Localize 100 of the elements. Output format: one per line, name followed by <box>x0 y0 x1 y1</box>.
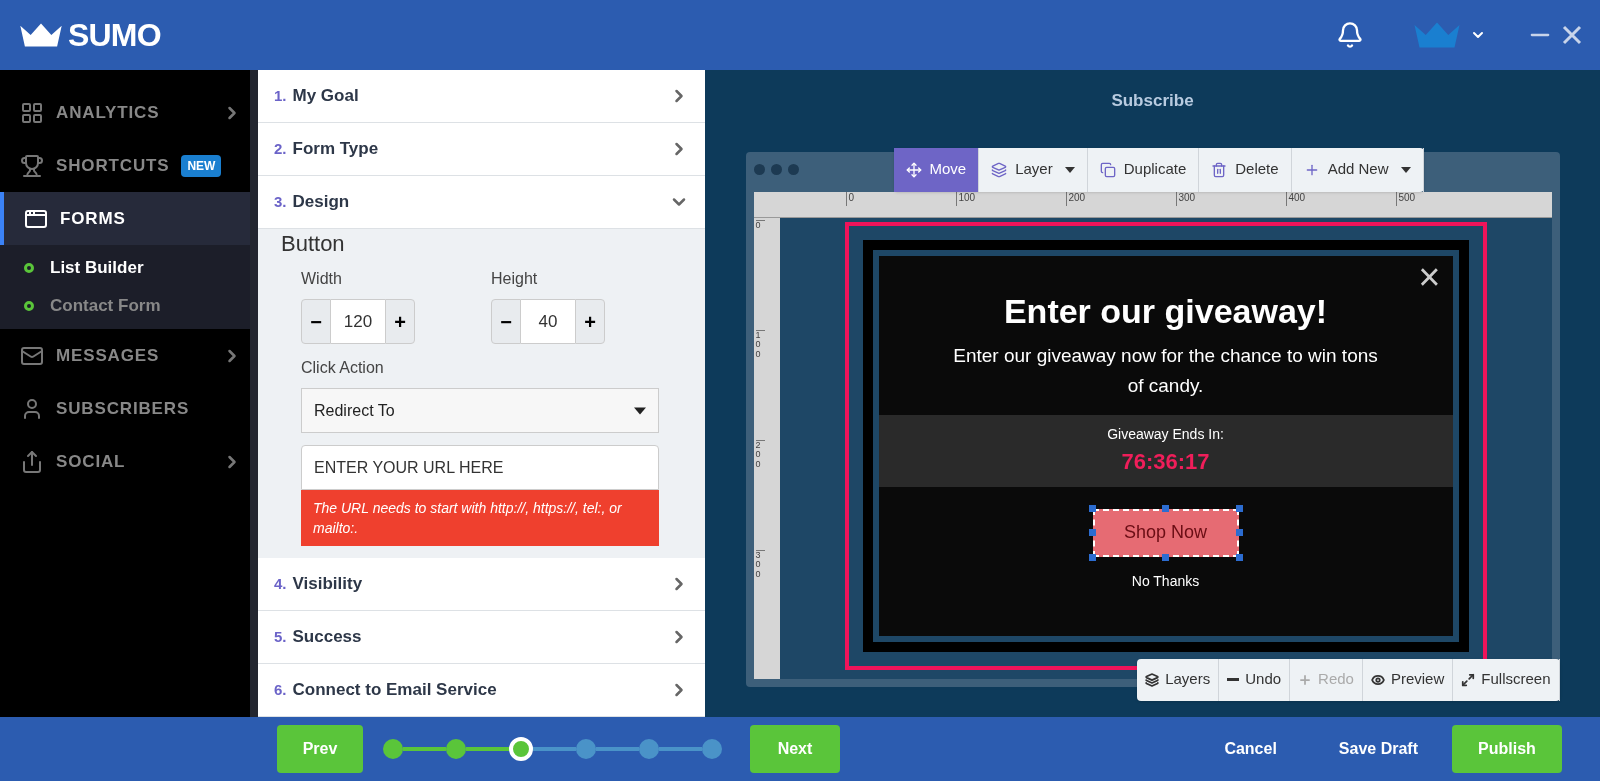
submenu-item[interactable]: List Builder <box>0 249 250 287</box>
popup-title: Enter our giveaway! <box>1003 290 1328 332</box>
sidebar-label: FORMS <box>60 207 126 230</box>
resize-handle[interactable] <box>1088 528 1096 536</box>
resize-handle[interactable] <box>1235 553 1243 561</box>
ruler-label: 100 <box>955 191 1066 206</box>
resize-handle[interactable] <box>1235 528 1243 536</box>
ruler-label: 500 <box>1395 191 1506 206</box>
accordion-header[interactable]: 4. Visibility <box>258 558 705 611</box>
select-dropdown[interactable]: Redirect To <box>301 388 659 433</box>
layers-icon <box>991 161 1008 178</box>
accordion-header[interactable]: 6. Connect to Email Service <box>258 664 705 717</box>
ruler-label: 200 <box>755 439 765 550</box>
ruler-label: 300 <box>1175 191 1286 206</box>
toolbar-button[interactable]: Move <box>893 147 980 192</box>
sidebar-label: SUBSCRIBERS <box>56 397 190 420</box>
decline-link[interactable]: No Thanks <box>1131 570 1200 592</box>
countdown-timer: 76:36:17 <box>1121 447 1210 476</box>
step-number: 6. <box>274 679 287 700</box>
sidebar-label: SOCIAL <box>56 450 126 473</box>
section-title: Success <box>292 626 362 649</box>
sidebar-label: ANALYTICS <box>56 101 160 124</box>
accordion-header[interactable]: 2. Form Type <box>258 123 705 176</box>
ruler-label: 400 <box>1285 191 1396 206</box>
save-draft-button[interactable]: Save Draft <box>1330 737 1426 761</box>
sidebar-item[interactable]: MESSAGES <box>0 329 250 382</box>
section-heading: Button <box>281 233 346 255</box>
sidebar-item[interactable]: SHORTCUTS NEW <box>0 139 250 192</box>
field-label: Width <box>301 269 343 289</box>
field-label: Click Action <box>301 358 385 378</box>
section-title: Connect to Email Service <box>292 679 497 702</box>
section-title: My Goal <box>292 85 359 108</box>
ruler-label: 0 <box>755 219 765 330</box>
sidebar-item[interactable]: SOCIAL <box>0 435 250 488</box>
cancel-button[interactable]: Cancel <box>1216 737 1285 761</box>
field-label: Height <box>491 269 539 289</box>
section-title: Form Type <box>292 138 379 161</box>
plus-icon <box>1298 672 1313 687</box>
resize-handle[interactable] <box>1088 504 1096 512</box>
copy-icon <box>1099 161 1116 178</box>
increment-button[interactable]: + <box>575 299 605 344</box>
move-icon <box>905 161 922 178</box>
form-title: Subscribe <box>1111 90 1194 112</box>
ruler-label: 100 <box>755 329 765 440</box>
logo-text: SUMO <box>68 16 161 55</box>
submenu-item[interactable]: Contact Form <box>0 287 250 325</box>
step-number: 2. <box>274 138 287 159</box>
bell-icon[interactable] <box>1336 21 1364 49</box>
decrement-button[interactable]: − <box>301 299 331 344</box>
caret-down-icon <box>634 406 646 415</box>
close-button[interactable]: × <box>1418 257 1441 296</box>
accordion-header[interactable]: 3. Design <box>258 176 705 229</box>
window-dots-icon <box>753 163 799 175</box>
step-number: 5. <box>274 626 287 647</box>
ruler-label: 300 <box>755 549 765 660</box>
crown-icon <box>1412 20 1462 50</box>
increment-button[interactable]: + <box>385 299 415 344</box>
sidebar-label: SHORTCUTS <box>56 154 170 177</box>
decrement-button[interactable]: − <box>491 299 521 344</box>
trophy-icon <box>20 153 44 178</box>
shop-now-button[interactable]: Shop Now <box>1092 508 1239 557</box>
toolbar-button[interactable]: Fullscreen <box>1453 658 1560 701</box>
accordion-header[interactable]: 1. My Goal <box>258 70 705 123</box>
submenu-label: List Builder <box>50 257 144 280</box>
eye-icon <box>1370 672 1385 687</box>
number-field[interactable]: 120 <box>331 299 385 344</box>
resize-handle[interactable] <box>1161 504 1169 512</box>
step-number: 4. <box>274 573 287 594</box>
resize-handle[interactable] <box>1161 553 1169 561</box>
toolbar-button[interactable]: Undo <box>1219 658 1291 701</box>
toolbar-button[interactable]: Delete <box>1199 147 1292 192</box>
resize-handle[interactable] <box>1088 553 1096 561</box>
layers-icon <box>1145 672 1160 687</box>
accordion-header[interactable]: 5. Success <box>258 611 705 664</box>
step-number: 3. <box>274 191 287 212</box>
toolbar-button[interactable]: Duplicate <box>1087 147 1200 192</box>
section-title: Visibility <box>292 573 363 596</box>
url-field[interactable]: ENTER YOUR URL HERE <box>301 445 659 490</box>
toolbar-button[interactable]: Add New <box>1291 147 1424 192</box>
toolbar-button[interactable]: Layer <box>979 147 1088 192</box>
submenu-label: Contact Form <box>50 295 161 318</box>
trash-icon <box>1211 161 1228 178</box>
new-badge: NEW <box>181 154 222 177</box>
sidebar-item[interactable]: FORMS <box>0 192 250 245</box>
close-icon[interactable] <box>1562 25 1582 45</box>
toolbar-button[interactable]: Preview <box>1362 658 1454 701</box>
step-number: 1. <box>274 85 287 106</box>
sidebar-item[interactable]: SUBSCRIBERS <box>0 382 250 435</box>
section-title: Design <box>292 191 350 214</box>
number-field[interactable]: 40 <box>521 299 575 344</box>
sidebar-item[interactable]: ANALYTICS <box>0 86 250 139</box>
ruler-label: 200 <box>1065 191 1176 206</box>
error-message: The URL needs to start with http://, https://, tel:, or mailto:. <box>301 490 659 546</box>
crown-icon <box>18 21 64 49</box>
minus-icon <box>1227 678 1240 681</box>
toolbar-button[interactable]: Layers <box>1137 658 1220 701</box>
resize-handle[interactable] <box>1235 504 1243 512</box>
popup-description: Enter our giveaway now for the chance to win tons of candy. <box>952 343 1379 398</box>
countdown-label: Giveaway Ends In: <box>1107 424 1224 444</box>
ruler-label: 0 <box>845 191 956 206</box>
